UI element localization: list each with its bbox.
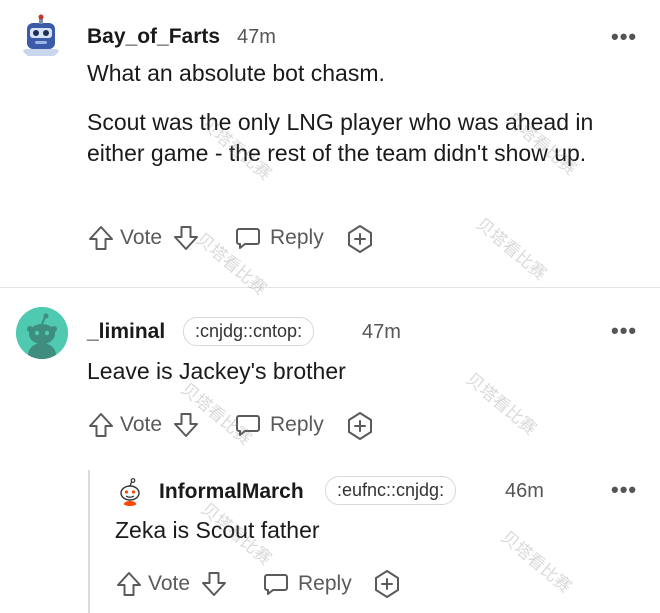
user-flair: :cnjdg::cntop: [183, 317, 315, 346]
watermark: 贝塔看比赛 [472, 214, 550, 284]
comment-username[interactable]: _liminal [87, 320, 165, 344]
user-flair: :eufnc::cnjdg: [325, 476, 457, 505]
upvote-button[interactable]: Vote [87, 224, 162, 252]
reply-label: Reply [298, 572, 352, 595]
comment-username[interactable]: InformalMarch [159, 480, 304, 504]
downvote-arrow-icon [174, 226, 198, 250]
upvote-arrow-icon [89, 226, 113, 250]
user-avatar[interactable] [18, 14, 64, 60]
user-avatar[interactable] [16, 307, 68, 359]
comment-timestamp: 47m [237, 26, 276, 48]
award-button[interactable] [372, 569, 402, 604]
robot-avatar-icon [18, 14, 64, 60]
upvote-button[interactable]: Vote [115, 570, 190, 598]
add-award-icon [375, 570, 399, 598]
comment-timestamp: 47m [362, 321, 401, 343]
comment-timestamp: 46m [505, 480, 544, 502]
upvote-arrow-icon [117, 572, 141, 596]
downvote-button[interactable] [200, 570, 228, 603]
award-button[interactable] [345, 411, 375, 446]
speech-bubble-icon [236, 415, 260, 436]
reply-label: Reply [270, 226, 324, 249]
user-avatar[interactable] [115, 476, 145, 506]
more-options-button[interactable]: ••• [611, 318, 637, 344]
comment-text: Zeka is Scout father [115, 517, 320, 543]
award-button[interactable] [345, 224, 375, 259]
speech-bubble-icon [236, 228, 260, 249]
comment-text: Scout was the only LNG player who was ah… [87, 109, 594, 166]
reply-button[interactable]: Reply [262, 570, 352, 598]
more-options-button[interactable]: ••• [611, 24, 637, 50]
downvote-arrow-icon [174, 413, 198, 437]
upvote-button[interactable]: Vote [87, 411, 162, 439]
comment-text: What an absolute bot chasm. [87, 60, 385, 86]
comment-username[interactable]: Bay_of_Farts [87, 25, 220, 49]
snoo-avatar-icon [115, 476, 145, 506]
vote-label: Vote [120, 226, 163, 249]
upvote-arrow-icon [89, 413, 113, 437]
add-award-icon [348, 412, 372, 440]
downvote-arrow-icon [202, 572, 226, 596]
reply-button[interactable]: Reply [234, 224, 324, 252]
thread-line[interactable] [88, 470, 90, 613]
snoo-avatar-icon [16, 307, 68, 359]
comment-divider [0, 287, 660, 288]
downvote-button[interactable] [172, 411, 200, 444]
downvote-button[interactable] [172, 224, 200, 257]
reply-label: Reply [270, 413, 324, 436]
reply-button[interactable]: Reply [234, 411, 324, 439]
more-options-button[interactable]: ••• [611, 477, 637, 503]
vote-label: Vote [120, 413, 163, 436]
add-award-icon [348, 225, 372, 253]
vote-label: Vote [148, 572, 191, 595]
speech-bubble-icon [264, 574, 288, 595]
comment-text: Leave is Jackey's brother [87, 358, 346, 384]
